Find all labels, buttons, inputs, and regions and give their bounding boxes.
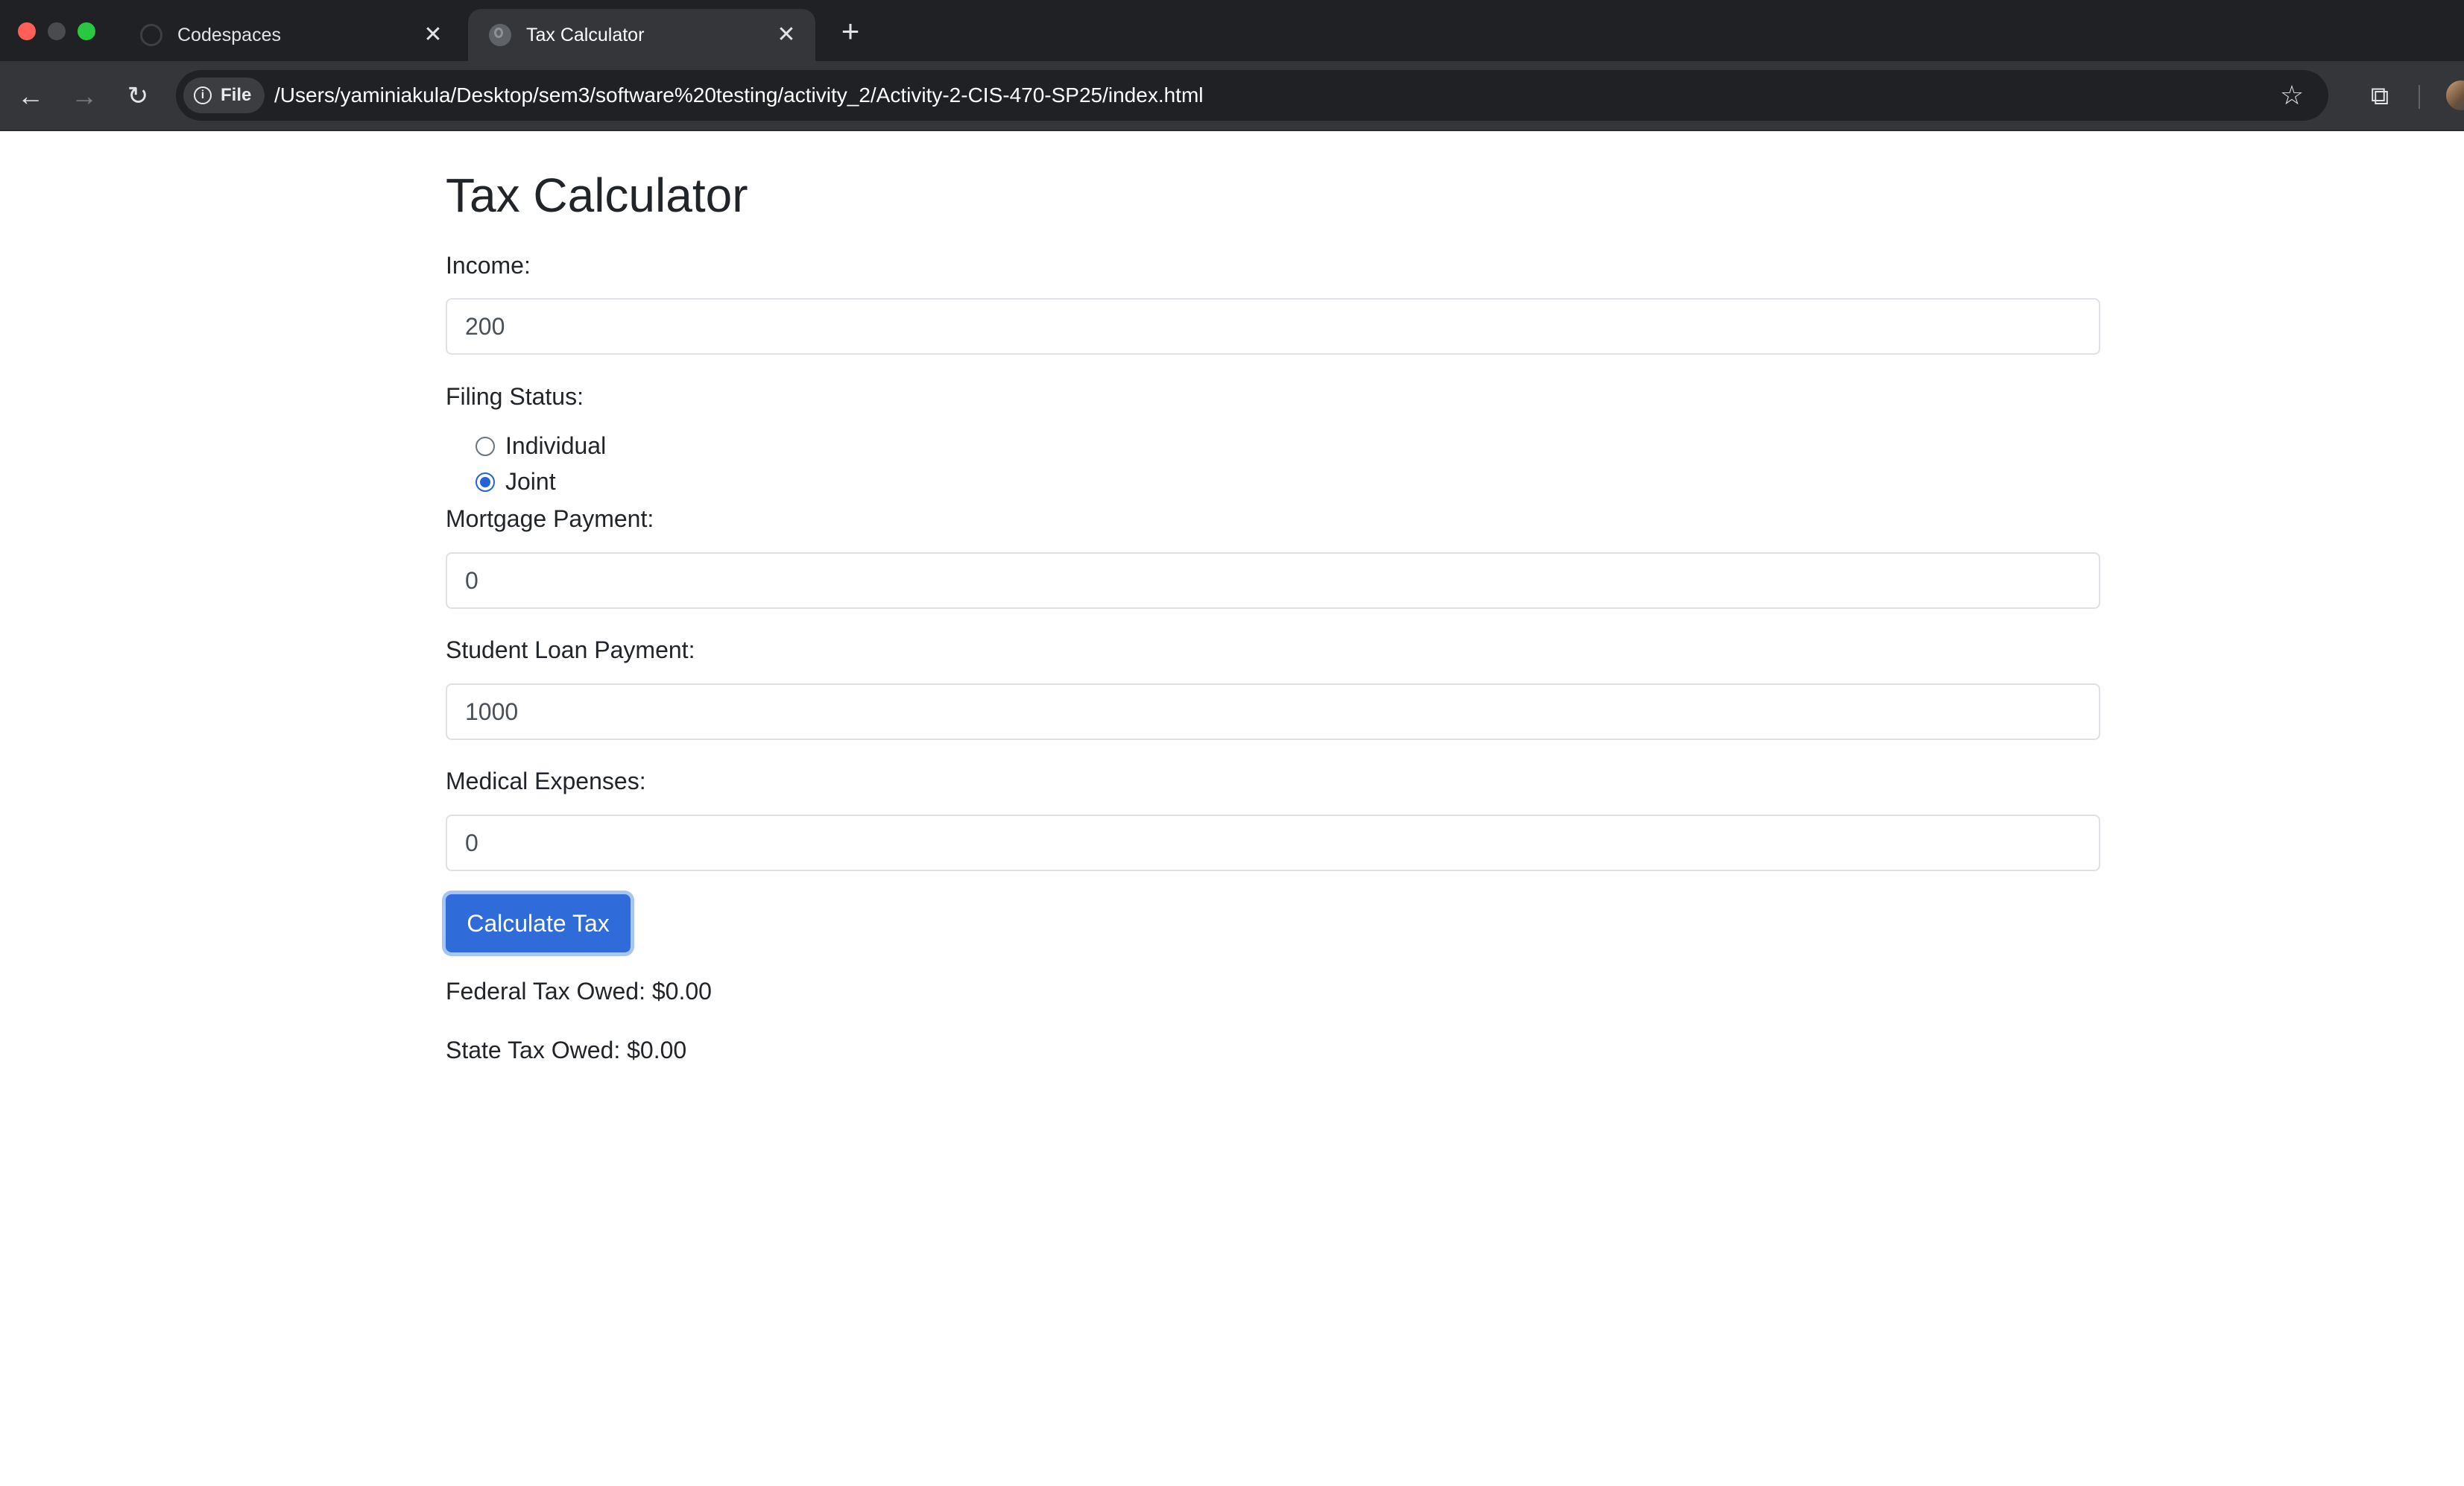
globe-icon <box>489 24 511 46</box>
tab-close-icon[interactable]: ✕ <box>775 24 797 46</box>
window-close-button[interactable] <box>18 22 36 40</box>
student-loan-input[interactable] <box>446 683 2100 740</box>
window-zoom-button[interactable] <box>78 22 95 40</box>
info-icon: i <box>194 86 212 104</box>
page-title: Tax Calculator <box>446 168 748 222</box>
medical-expenses-input[interactable] <box>446 815 2100 871</box>
tab-close-icon[interactable]: ✕ <box>422 24 444 46</box>
window-minimize-button[interactable] <box>48 22 66 40</box>
income-label: Income: <box>446 252 531 279</box>
tab-codespaces[interactable]: Codespaces ✕ <box>119 9 462 61</box>
reload-icon[interactable]: ↻ <box>119 78 157 115</box>
mortgage-label: Mortgage Payment: <box>446 505 654 532</box>
joint-label: Joint <box>505 468 556 495</box>
back-arrow-icon[interactable]: ← <box>12 78 49 115</box>
joint-radio[interactable] <box>476 472 495 492</box>
bookmark-star-icon[interactable]: ☆ <box>2275 78 2309 113</box>
forward-arrow-icon[interactable]: → <box>66 78 103 115</box>
site-info-chip[interactable]: i File <box>183 78 265 113</box>
browser-toolbar: ← → ↻ i File /Users/yaminiakula/Desktop/… <box>0 61 2464 131</box>
individual-radio[interactable] <box>476 436 495 456</box>
filing-option-individual[interactable]: Individual <box>476 432 606 460</box>
browser-tab-strip: Codespaces ✕ Tax Calculator ✕ + <box>0 0 2464 61</box>
state-tax-result: State Tax Owed: $0.00 <box>446 1037 687 1063</box>
medical-expenses-label: Medical Expenses: <box>446 768 646 794</box>
individual-label: Individual <box>505 432 607 459</box>
security-chip-label: File <box>221 85 252 105</box>
tab-title: Codespaces <box>177 24 281 45</box>
tab-tax-calculator[interactable]: Tax Calculator ✕ <box>468 9 815 61</box>
mortgage-input[interactable] <box>446 552 2100 609</box>
federal-tax-result: Federal Tax Owed: $0.00 <box>446 978 712 1005</box>
filing-status-label: Filing Status: <box>446 383 584 410</box>
profile-avatar[interactable] <box>2446 80 2464 110</box>
url-text[interactable]: /Users/yaminiakula/Desktop/sem3/software… <box>274 70 1204 121</box>
new-tab-button[interactable]: + <box>832 13 869 51</box>
extensions-icon[interactable]: ⧉ <box>2361 78 2398 115</box>
calculate-tax-button[interactable]: Calculate Tax <box>446 894 631 952</box>
tab-title: Tax Calculator <box>526 24 645 45</box>
address-bar[interactable]: i File /Users/yaminiakula/Desktop/sem3/s… <box>176 70 2328 121</box>
income-input[interactable] <box>446 298 2100 355</box>
toolbar-divider <box>2419 85 2420 109</box>
filing-option-joint[interactable]: Joint <box>476 468 556 496</box>
student-loan-label: Student Loan Payment: <box>446 636 695 663</box>
github-icon <box>140 24 162 46</box>
